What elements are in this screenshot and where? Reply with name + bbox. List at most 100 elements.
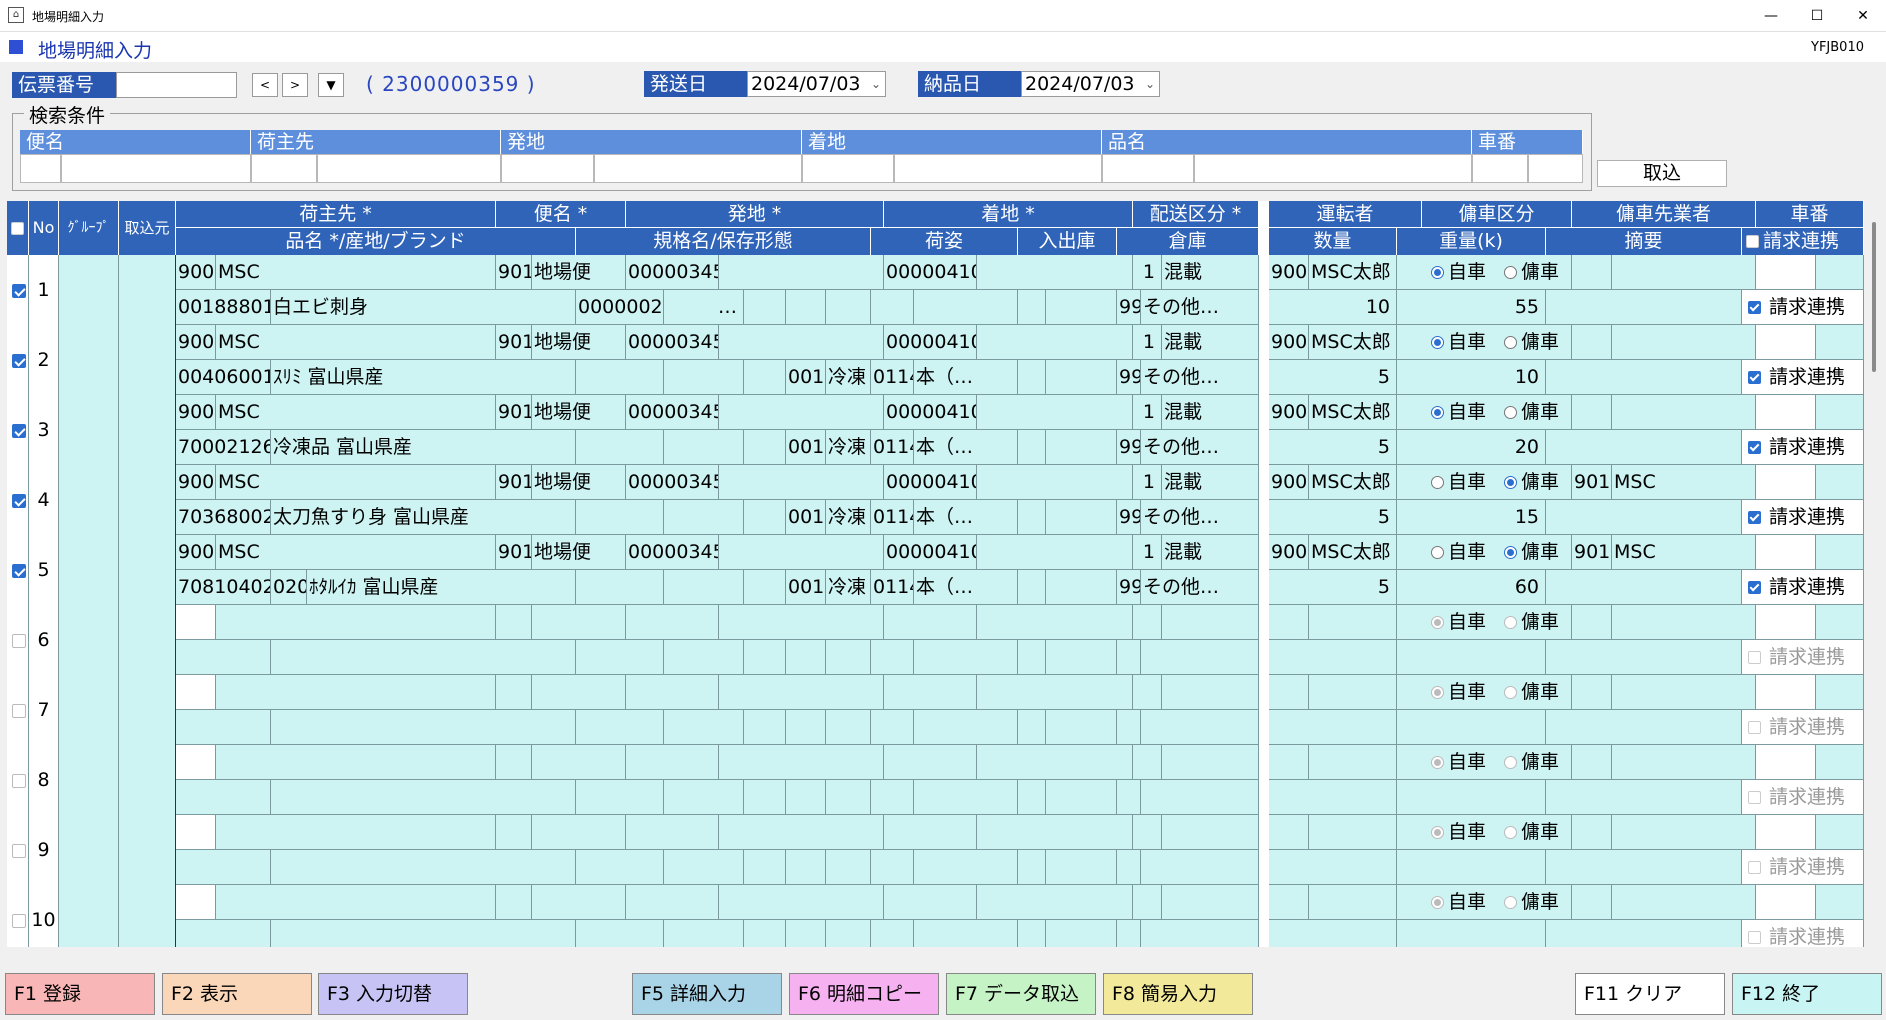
driver-code-cell[interactable] [1269,815,1309,850]
hired-vehicle-radio[interactable] [1504,336,1518,349]
inout-name-cell[interactable] [1046,780,1117,815]
flight-name-cell[interactable]: 地場便 [532,535,626,570]
flight-code-cell[interactable]: 901 [496,395,532,430]
destination-name-cell[interactable] [977,255,1133,290]
billing-checkbox[interactable] [1748,301,1761,314]
inout-code-cell[interactable] [1018,710,1046,745]
vendor-name-cell[interactable]: MSC [1612,535,1756,570]
quantity-cell[interactable]: 10 [1269,290,1397,325]
shipper-name-cell[interactable]: MSC [216,535,496,570]
origin-name-cell[interactable] [719,885,884,920]
source-cell[interactable] [119,745,176,815]
delivery-date-input[interactable]: 2024/07/03 ⌄ [1021,71,1160,97]
storage-code-cell[interactable] [786,710,826,745]
item-name-cell[interactable]: 太刀魚すり身 富山県産 [271,500,576,535]
vehicle-number-name-cell[interactable] [1816,605,1864,640]
weight-cell[interactable]: 20 [1397,430,1546,465]
item-code-cell[interactable] [176,780,271,815]
driver-code-cell[interactable]: 9000 [1269,325,1309,360]
flight-code-cell[interactable]: 901 [496,255,532,290]
flight-name-cell[interactable] [532,605,626,640]
spec-extra-cell[interactable] [744,780,786,815]
origin-name-cell[interactable] [719,535,884,570]
destination-code-cell[interactable] [884,745,977,780]
summary-cell[interactable] [1546,570,1742,605]
quantity-cell[interactable]: 5 [1269,360,1397,395]
quantity-cell[interactable] [1269,920,1397,947]
spec-extra-cell[interactable] [744,360,786,395]
destination-name-cell[interactable] [977,535,1133,570]
row-select-cell[interactable] [7,605,29,675]
warehouse-name-cell[interactable] [1141,710,1259,745]
packing-name-cell[interactable] [914,850,1018,885]
driver-code-cell[interactable]: 9000 [1269,465,1309,500]
billing-checkbox[interactable] [1748,791,1761,804]
spec-code-cell[interactable] [576,500,664,535]
flight-code-cell[interactable]: 901 [496,325,532,360]
delivery-name-cell[interactable]: 混載 [1162,465,1259,500]
vehicle-type-cell[interactable]: 自車 傭車 [1397,815,1572,850]
storage-code-cell[interactable]: 001 [786,360,826,395]
vendor-code-cell[interactable] [1572,815,1612,850]
row-select-cell[interactable] [7,745,29,815]
warehouse-code-cell[interactable] [1117,850,1141,885]
packing-name-cell[interactable] [914,710,1018,745]
warehouse-code-cell[interactable] [1117,780,1141,815]
origin-code-cell[interactable]: 00000345 [626,465,719,500]
destination-code-cell[interactable]: 00000410 [884,325,977,360]
inout-name-cell[interactable] [1046,500,1117,535]
search-vehicle-code[interactable] [1472,154,1528,183]
vendor-code-cell[interactable]: 901 [1572,465,1612,500]
vehicle-type-cell[interactable]: 自車 傭車 [1397,325,1572,360]
packing-name-cell[interactable]: 本（… [914,360,1018,395]
quantity-cell[interactable]: 5 [1269,570,1397,605]
group-cell[interactable] [59,815,119,885]
item-name-cell[interactable] [271,710,576,745]
inout-code-cell[interactable] [1018,360,1046,395]
billing-cell[interactable]: 請求連携 [1742,500,1864,535]
destination-name-cell[interactable] [977,395,1133,430]
origin-code-cell[interactable] [626,675,719,710]
vehicle-number-name-cell[interactable] [1816,885,1864,920]
driver-code-cell[interactable] [1269,885,1309,920]
flight-name-cell[interactable]: 地場便 [532,325,626,360]
item-name-cell[interactable] [271,850,576,885]
origin-name-cell[interactable] [719,325,884,360]
delivery-name-cell[interactable] [1162,605,1259,640]
item-code-cell[interactable]: 70368002 [176,500,271,535]
import-button[interactable]: 取込 [1597,160,1727,187]
storage-name-cell[interactable] [826,920,871,947]
vehicle-number-name-cell[interactable] [1816,675,1864,710]
flight-code-cell[interactable]: 901 [496,535,532,570]
spec-name-cell[interactable] [664,780,744,815]
inout-name-cell[interactable] [1046,920,1117,947]
delivery-name-cell[interactable] [1162,745,1259,780]
spec-name-cell[interactable] [664,360,744,395]
own-vehicle-radio[interactable] [1431,476,1444,489]
origin-name-cell[interactable] [719,815,884,850]
row-select-cell[interactable] [7,535,29,605]
search-item-name[interactable] [1194,154,1472,183]
storage-name-cell[interactable]: 冷凍 [826,570,871,605]
packing-name-cell[interactable]: 本（… [914,570,1018,605]
flight-code-cell[interactable]: 901 [496,465,532,500]
item-code-cell[interactable] [176,850,271,885]
packing-code-cell[interactable] [871,780,914,815]
driver-name-cell[interactable]: MSC太郎 [1309,395,1397,430]
packing-code-cell[interactable] [871,640,914,675]
own-vehicle-radio[interactable] [1431,896,1444,909]
warehouse-name-cell[interactable]: その他… [1141,290,1259,325]
storage-code-cell[interactable] [786,640,826,675]
shipper-name-cell[interactable]: MSC [216,395,496,430]
own-vehicle-radio[interactable] [1431,616,1444,629]
f8-simple-input-button[interactable]: F8 簡易入力 [1103,973,1253,1015]
summary-cell[interactable] [1546,500,1742,535]
shipper-name-cell[interactable]: MSC [216,255,496,290]
group-cell[interactable] [59,465,119,535]
row-checkbox[interactable] [12,424,26,438]
group-cell[interactable] [59,675,119,745]
warehouse-name-cell[interactable]: その他… [1141,360,1259,395]
row-checkbox[interactable] [12,354,26,368]
flight-name-cell[interactable]: 地場便 [532,465,626,500]
source-cell[interactable] [119,255,176,325]
